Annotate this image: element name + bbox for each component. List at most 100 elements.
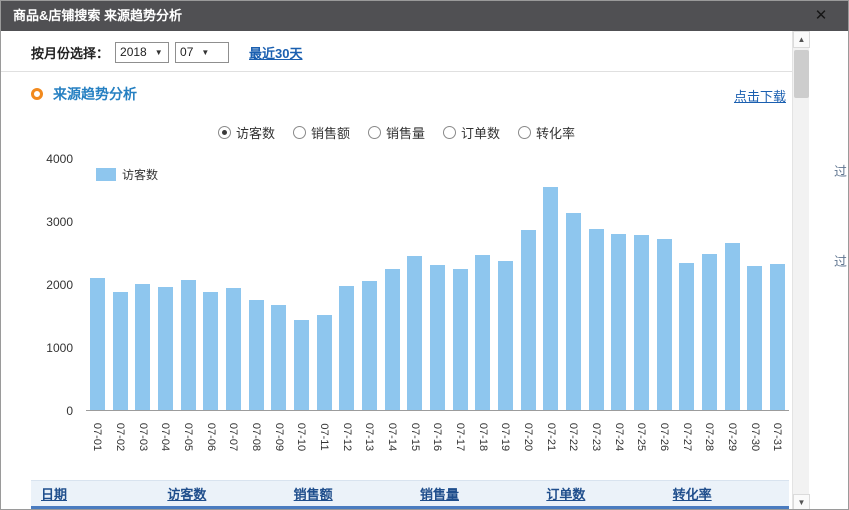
bar-07-03[interactable] xyxy=(135,284,150,410)
bar-07-04[interactable] xyxy=(158,287,173,410)
x-axis-label: 07-04 xyxy=(159,423,171,451)
bar-07-09[interactable] xyxy=(271,305,286,410)
radio-selected-icon[interactable] xyxy=(218,126,231,139)
metric-radio-销售额[interactable]: 销售额 xyxy=(293,123,350,142)
x-slot: 07-03 xyxy=(131,413,154,467)
x-slot: 07-01 xyxy=(86,413,109,467)
bar-slot xyxy=(698,159,721,410)
bar-chart-plot xyxy=(86,159,789,411)
bar-07-30[interactable] xyxy=(747,266,762,410)
bar-07-05[interactable] xyxy=(181,280,196,410)
radio-icon[interactable] xyxy=(518,126,531,139)
column-header-访客数[interactable]: 访客数 xyxy=(157,484,283,503)
column-header-销售额[interactable]: 销售额 xyxy=(284,484,410,503)
metric-radio-label: 销售额 xyxy=(311,123,350,142)
x-axis-label: 07-28 xyxy=(703,423,715,451)
bar-07-23[interactable] xyxy=(589,229,604,410)
metric-radio-group: 访客数 销售额销售量 订单数 转化率 xyxy=(1,123,792,142)
x-axis-label: 07-02 xyxy=(114,423,126,451)
bar-07-25[interactable] xyxy=(634,235,649,410)
column-header-转化率[interactable]: 转化率 xyxy=(663,484,789,503)
month-select-value: 07 xyxy=(180,45,193,59)
download-link[interactable]: 点击下载 xyxy=(734,86,786,105)
scrollbar-up-icon[interactable]: ▲ xyxy=(793,31,810,48)
bar-07-15[interactable] xyxy=(407,256,422,410)
radio-icon[interactable] xyxy=(443,126,456,139)
bar-07-24[interactable] xyxy=(611,234,626,410)
bar-07-29[interactable] xyxy=(725,243,740,410)
bar-slot xyxy=(607,159,630,410)
metric-radio-转化率[interactable]: 转化率 xyxy=(518,123,575,142)
bar-07-31[interactable] xyxy=(770,264,785,410)
x-axis-label: 07-29 xyxy=(726,423,738,451)
x-axis-label: 07-13 xyxy=(363,423,375,451)
metric-radio-订单数[interactable]: 订单数 xyxy=(443,123,500,142)
bar-07-26[interactable] xyxy=(657,239,672,410)
metric-radio-label: 转化率 xyxy=(536,123,575,142)
divider xyxy=(1,71,792,72)
bar-slot xyxy=(539,159,562,410)
bar-07-18[interactable] xyxy=(475,255,490,410)
bar-07-08[interactable] xyxy=(249,300,264,410)
metric-radio-销售量[interactable]: 销售量 xyxy=(368,123,425,142)
bar-slot xyxy=(721,159,744,410)
x-axis-label: 07-09 xyxy=(273,423,285,451)
bar-07-01[interactable] xyxy=(90,278,105,410)
x-axis-label: 07-22 xyxy=(567,423,579,451)
radio-icon[interactable] xyxy=(293,126,306,139)
metric-radio-label: 订单数 xyxy=(461,123,500,142)
bar-07-07[interactable] xyxy=(226,288,241,410)
bar-07-27[interactable] xyxy=(679,263,694,410)
x-slot: 07-18 xyxy=(471,413,494,467)
vertical-scrollbar[interactable]: ▲ ▼ xyxy=(792,31,809,510)
bar-07-11[interactable] xyxy=(317,315,332,410)
bar-07-13[interactable] xyxy=(362,281,377,410)
scrollbar-down-icon[interactable]: ▼ xyxy=(793,494,810,510)
bar-slot xyxy=(335,159,358,410)
bar-slot xyxy=(131,159,154,410)
bar-07-14[interactable] xyxy=(385,269,400,410)
bar-slot xyxy=(245,159,268,410)
x-slot: 07-12 xyxy=(335,413,358,467)
column-header-销售量[interactable]: 销售量 xyxy=(410,484,536,503)
bar-slot xyxy=(313,159,336,410)
bar-slot xyxy=(449,159,472,410)
x-slot: 07-16 xyxy=(426,413,449,467)
x-slot: 07-22 xyxy=(562,413,585,467)
bar-07-20[interactable] xyxy=(521,230,536,410)
bar-07-21[interactable] xyxy=(543,187,558,410)
radio-icon[interactable] xyxy=(368,126,381,139)
recent-30-days-link[interactable]: 最近30天 xyxy=(249,43,302,62)
x-axis-label: 07-19 xyxy=(499,423,511,451)
column-header-订单数[interactable]: 订单数 xyxy=(536,484,662,503)
x-axis: 07-0107-0207-0307-0407-0507-0607-0707-08… xyxy=(86,413,789,467)
bar-07-06[interactable] xyxy=(203,292,218,410)
bar-slot xyxy=(222,159,245,410)
bar-07-22[interactable] xyxy=(566,213,581,410)
x-axis-label: 07-21 xyxy=(545,423,557,451)
bar-07-17[interactable] xyxy=(453,269,468,410)
bar-07-12[interactable] xyxy=(339,286,354,410)
x-slot: 07-21 xyxy=(539,413,562,467)
scrollbar-thumb[interactable] xyxy=(794,50,809,98)
bar-07-19[interactable] xyxy=(498,261,513,410)
x-slot: 07-04 xyxy=(154,413,177,467)
x-slot: 07-20 xyxy=(517,413,540,467)
y-axis: 01000200030004000 xyxy=(19,159,79,411)
bar-07-16[interactable] xyxy=(430,265,445,410)
metric-radio-访客数[interactable]: 访客数 xyxy=(218,123,275,142)
bar-07-02[interactable] xyxy=(113,292,128,410)
x-axis-label: 07-25 xyxy=(635,423,647,451)
bar-07-28[interactable] xyxy=(702,254,717,410)
column-header-日期[interactable]: 日期 xyxy=(31,484,157,503)
modal-titlebar: 商品&店铺搜索 来源趋势分析 ✕ xyxy=(1,1,849,31)
close-icon[interactable]: ✕ xyxy=(812,7,830,25)
bar-slot xyxy=(675,159,698,410)
table-header-row: 日期访客数销售额销售量订单数转化率 xyxy=(31,480,789,506)
year-select[interactable]: 2018 ▼ xyxy=(115,42,169,63)
month-select[interactable]: 07 ▼ xyxy=(175,42,229,63)
x-slot: 07-07 xyxy=(222,413,245,467)
x-slot: 07-26 xyxy=(653,413,676,467)
y-axis-label: 1000 xyxy=(46,341,73,355)
bar-07-10[interactable] xyxy=(294,320,309,410)
